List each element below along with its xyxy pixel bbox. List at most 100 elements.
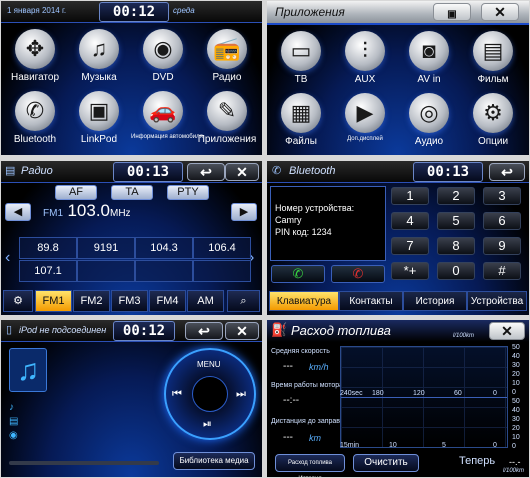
tab-2[interactable]: История [403,291,467,311]
af-button[interactable]: AF [55,185,97,200]
app-gear[interactable]: ⚙ Опции [461,93,525,147]
preset-button[interactable]: 104.3 [135,237,193,259]
tab-3[interactable]: Устройства [467,291,527,311]
call-button[interactable]: ✆ [271,265,325,283]
app-compass[interactable]: ✥ Навигатор [3,29,67,83]
app-car[interactable]: 🚗 Информация автомобиля [131,91,203,140]
radio-screen: ▤ Радио 00:13 ↩ ✕ AF TA PTY ◀ ▶ FM1 103.… [1,161,262,315]
fuel-history-button[interactable]: Расход топлива История [275,454,345,477]
preset-button[interactable] [135,260,193,282]
app-wrench[interactable]: ✎ Приложения [195,91,259,145]
clear-button[interactable]: Очистить [353,454,419,472]
preset-button[interactable] [193,260,251,282]
device-name: Camry [275,215,302,225]
frequency-display: FM1 103.0MHz [43,201,131,221]
band-fm3-button[interactable]: FM3 [111,290,148,312]
key-8[interactable]: 9 [483,237,521,255]
app-music-disc[interactable]: ♫ Музыка [67,29,131,83]
key-7[interactable]: 8 [437,237,475,255]
key-10[interactable]: 0 [437,262,475,280]
back-button[interactable]: ↩ [489,163,525,181]
y-tick-label: 50 [512,344,520,351]
clock: 00:13 [413,162,483,182]
key-9[interactable]: *+ [391,262,429,280]
ipod-status: iPod не подсоединен [19,325,107,335]
band-fm2-button[interactable]: FM2 [73,290,110,312]
page-title: Приложения [275,5,345,19]
preset-button[interactable]: 9191 [77,237,135,259]
preset-button[interactable]: 106.4 [193,237,251,259]
seek-forward-button[interactable]: ▶ [231,203,257,221]
key-6[interactable]: 7 [391,237,429,255]
music-icon[interactable]: ♪ [9,402,14,413]
ipod-title-bar: ▯ iPod не подсоединен 00:12 ↩ ✕ [1,320,262,342]
seek-back-button[interactable]: ◀ [5,203,31,221]
back-button[interactable]: ↩ [185,322,223,340]
film-icon: ▤ [473,31,513,71]
close-icon: ✕ [494,4,506,20]
key-1[interactable]: 2 [437,187,475,205]
close-button[interactable]: ✕ [225,322,259,340]
close-button[interactable]: ✕ [489,322,525,340]
play-pause-icon[interactable]: ⏯ [203,418,212,431]
app-label: Аудио [414,136,444,147]
settings-button[interactable]: ⚙ [3,290,33,312]
app-files[interactable]: ▦ Файлы [269,93,333,147]
ipod-screen: ▯ iPod не подсоединен 00:12 ↩ ✕ ♫ ♪ ▤ ◉ … [1,320,262,477]
preset-button[interactable]: 89.8 [19,237,77,259]
key-2[interactable]: 3 [483,187,521,205]
app-display[interactable]: ▶ Доп.дисплей [333,93,397,142]
close-button[interactable]: ✕ [225,163,259,181]
playlist-icon[interactable]: ▤ [9,416,18,427]
band-fm1-button[interactable]: FM1 [35,290,72,312]
back-button[interactable]: ↩ [187,163,225,181]
app-radio[interactable]: 📻 Радио [195,29,259,83]
band-am-button[interactable]: AM [187,290,224,312]
y-tick-label: 50 [512,398,520,405]
app-bluetooth-phone[interactable]: ✆ Bluetooth [3,91,67,145]
pty-button[interactable]: PTY [167,185,209,200]
app-film[interactable]: ▤ Фильм [461,31,525,85]
key-4[interactable]: 5 [437,212,475,230]
click-wheel[interactable]: MENU ⏮ ⏭ ⏯ [164,348,256,440]
close-button[interactable]: ✕ [481,3,519,21]
disc-icon[interactable]: ◉ [9,430,18,441]
device-info-box: Номер устройства: Camry PIN код: 1234 [270,186,386,261]
minimize-button[interactable]: ▣ [433,3,471,21]
tab-1[interactable]: Контакты [339,291,403,311]
menu-label[interactable]: MENU [197,360,221,369]
band-fm4-button[interactable]: FM4 [149,290,186,312]
preset-button[interactable] [77,260,135,282]
app-label: ТВ [294,74,308,85]
app-ipod[interactable]: ▣ LinkPod [67,91,131,145]
key-3[interactable]: 4 [391,212,429,230]
app-aux-cable[interactable]: ⫶ AUX [333,31,397,85]
presets-prev-icon[interactable]: ‹ [5,249,10,267]
app-tv[interactable]: ▭ ТВ [269,31,333,85]
key-5[interactable]: 6 [483,212,521,230]
app-label: Bluetooth [13,134,57,145]
ta-button[interactable]: TA [111,185,153,200]
app-speaker[interactable]: ◎ Аудио [397,93,461,147]
now-value: --.- [509,457,521,467]
app-dvd-disc[interactable]: ◉ DVD [131,29,195,83]
app-camera[interactable]: ◙ AV in [397,31,461,85]
tab-0[interactable]: Клавиатура [269,291,339,311]
back-icon: ↩ [200,164,212,180]
distance-label: Дистанция до заправки [271,418,347,425]
next-icon[interactable]: ⏭ [236,388,246,401]
key-11[interactable]: # [483,262,521,280]
fuel-title-bar: ⛽ Расход топлива ✕ l/100km [267,320,529,342]
media-library-button[interactable]: Библиотека медиа [173,452,255,470]
hangup-button[interactable]: ✆ [331,265,385,283]
clock: 00:13 [113,162,183,182]
applications-screen: Приложения ▣ ✕ ▭ ТВ ⫶ AUX ◙ AV in ▤ Фильм ▦ Файлы… [267,1,529,155]
search-button[interactable]: ⌕ [227,290,260,312]
key-0[interactable]: 1 [391,187,429,205]
preset-button[interactable]: 107.1 [19,260,77,282]
files-icon: ▦ [281,93,321,133]
center-button[interactable] [192,376,228,412]
search-icon: ⌕ [240,295,247,307]
progress-bar[interactable] [9,461,159,465]
previous-icon[interactable]: ⏮ [172,388,182,401]
